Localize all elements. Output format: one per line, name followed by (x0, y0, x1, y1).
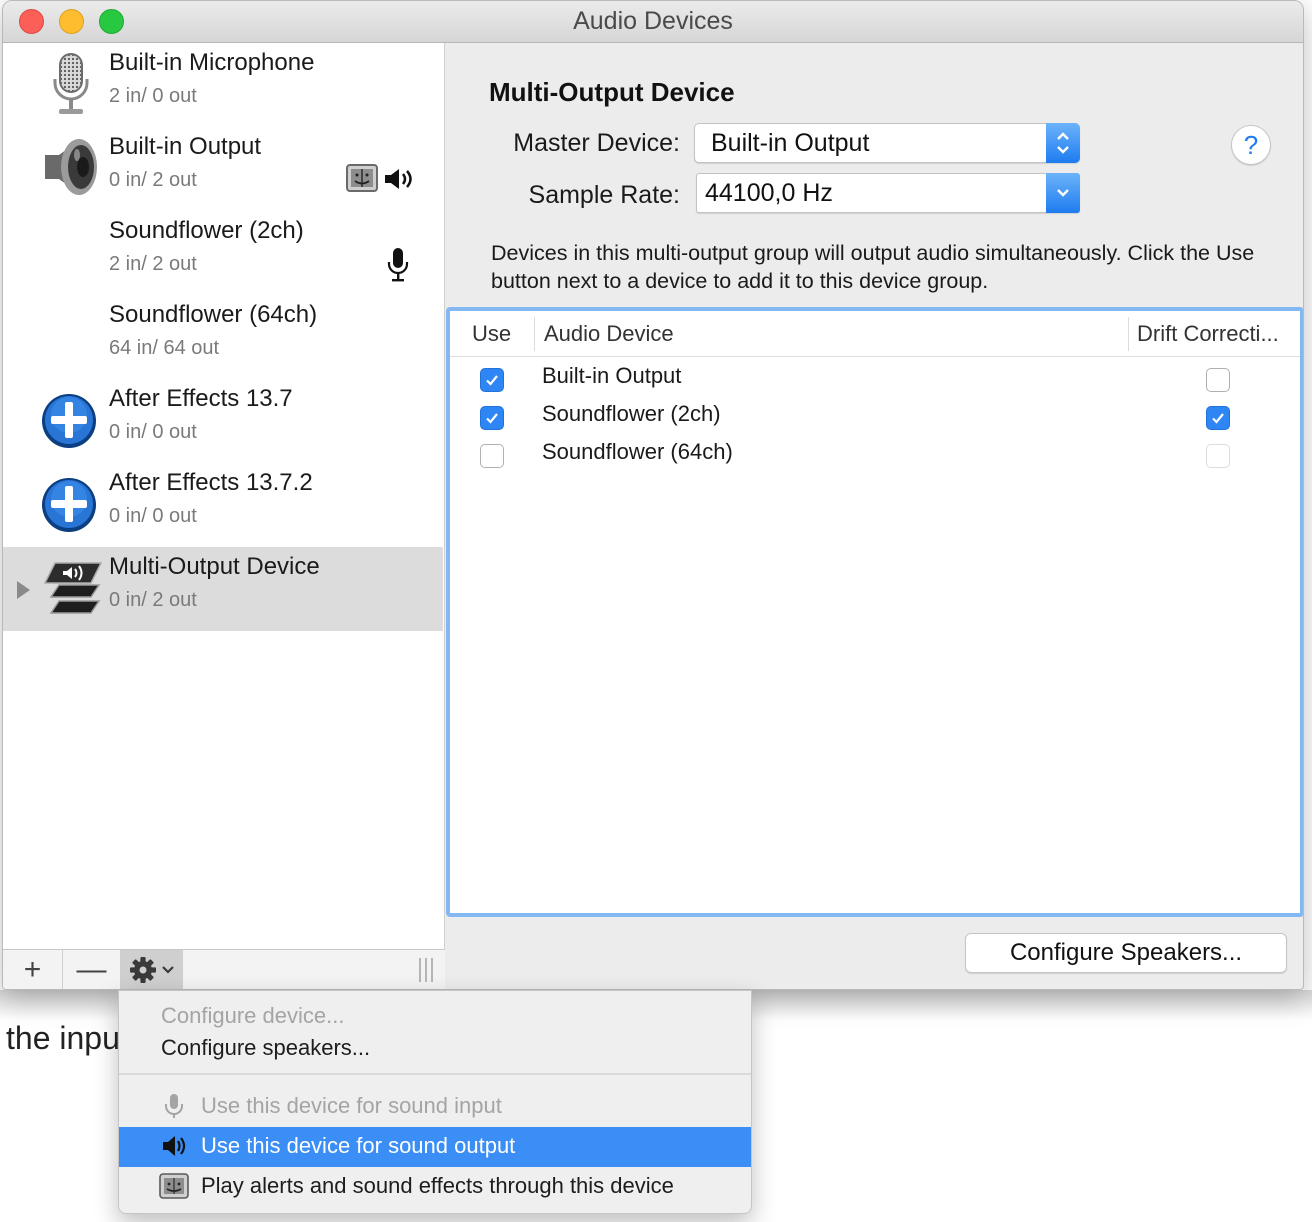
resize-handle[interactable] (419, 958, 433, 982)
device-row-after-effects-13-7-2[interactable]: After Effects 13.7.2 0 in/ 0 out (3, 463, 443, 547)
column-divider (534, 317, 535, 351)
device-name: Built-in Microphone (109, 49, 315, 76)
device-io: 2 in/ 2 out (109, 253, 197, 275)
device-row-multi-output-device[interactable]: Multi-Output Device 0 in/ 2 out (3, 547, 443, 631)
device-row-soundflower-2ch[interactable]: Soundflower (2ch) 2 in/ 2 out (3, 211, 443, 295)
device-io: 64 in/ 64 out (109, 337, 220, 359)
menu-separator (119, 1073, 751, 1075)
window-title: Audio Devices (573, 7, 733, 35)
use-checkbox[interactable] (480, 368, 504, 392)
column-header-drift-correction[interactable]: Drift Correcti... (1137, 321, 1279, 347)
device-name: After Effects 13.7 (109, 385, 293, 412)
menu-item-use-for-sound-output[interactable]: Use this device for sound output (119, 1127, 751, 1167)
audio-device-name: Soundflower (64ch) (542, 439, 733, 464)
menu-item-label: Use this device for sound output (201, 1133, 516, 1158)
menu-item-label: Configure device... (161, 1003, 345, 1028)
sample-rate-label: Sample Rate: (528, 181, 680, 209)
microphone-icon (165, 1094, 183, 1118)
configure-speakers-button[interactable]: Configure Speakers... (965, 933, 1287, 973)
speaker-icon (45, 139, 97, 195)
drift-correction-checkbox (1206, 444, 1230, 468)
device-row-soundflower-64ch[interactable]: Soundflower (64ch) 64 in/ 64 out (3, 295, 443, 379)
multi-output-icon (43, 562, 103, 614)
plus-circle-icon (42, 394, 96, 448)
gear-popup-menu: Configure device... Configure speakers..… (118, 990, 752, 1214)
table-row: Soundflower (2ch) (450, 397, 1300, 435)
device-group-table: Use Audio Device Drift Correcti... Built… (446, 307, 1303, 917)
device-io: 0 in/ 2 out (109, 169, 197, 191)
add-device-button[interactable]: + (3, 950, 63, 989)
panel-title: Multi-Output Device (489, 77, 735, 107)
updown-chevron-icon (1046, 123, 1080, 163)
device-detail-panel: Multi-Output Device Master Device: Built… (446, 43, 1303, 989)
chevron-down-icon (161, 966, 174, 974)
audio-device-name: Built-in Output (542, 363, 682, 388)
use-checkbox[interactable] (480, 444, 504, 468)
table-header: Use Audio Device Drift Correcti... (450, 311, 1300, 357)
device-row-after-effects-13-7[interactable]: After Effects 13.7 0 in/ 0 out (3, 379, 443, 463)
table-row: Soundflower (64ch) (450, 435, 1300, 473)
table-row: Built-in Output (450, 359, 1300, 397)
device-list: Built-in Microphone 2 in/ 0 out Built-in… (3, 43, 445, 949)
use-checkbox[interactable] (480, 406, 504, 430)
menu-item-play-alerts[interactable]: Play alerts and sound effects through th… (119, 1167, 751, 1205)
drift-correction-checkbox[interactable] (1206, 368, 1230, 392)
device-row-built-in-output[interactable]: Built-in Output 0 in/ 2 out (3, 127, 443, 211)
device-name: After Effects 13.7.2 (109, 469, 313, 496)
column-header-use[interactable]: Use (472, 321, 511, 347)
audio-device-name: Soundflower (2ch) (542, 401, 721, 426)
speaker-icon (163, 1136, 186, 1156)
group-description: Devices in this multi-output group will … (491, 241, 1255, 293)
audio-devices-window: Audio Devices Built-in Microphone 2 in/ … (2, 0, 1304, 990)
device-name: Soundflower (64ch) (109, 301, 318, 328)
sidebar-toolbar: + — (3, 949, 445, 989)
help-button[interactable]: ? (1231, 125, 1271, 165)
menu-item-label: Play alerts and sound effects through th… (201, 1173, 674, 1198)
sample-rate-value: 44100,0 Hz (705, 179, 833, 207)
title-bar[interactable]: Audio Devices (3, 1, 1303, 43)
device-name: Multi-Output Device (109, 553, 320, 580)
microphone-icon (53, 53, 89, 114)
background-document-text: the inpu (6, 1020, 120, 1056)
device-row-built-in-microphone[interactable]: Built-in Microphone 2 in/ 0 out (3, 43, 443, 127)
menu-item-configure-speakers[interactable]: Configure speakers... (119, 1029, 751, 1067)
master-device-value: Built-in Output (711, 129, 870, 157)
finder-alert-icon (346, 164, 378, 192)
menu-item-label: Configure speakers... (161, 1035, 371, 1060)
sound-input-icon (387, 248, 409, 282)
plus-circle-icon (42, 478, 96, 532)
finder-alert-icon (159, 1173, 189, 1199)
device-name: Built-in Output (109, 133, 262, 160)
gear-menu-button[interactable] (121, 950, 183, 989)
menu-item-label: Use this device for sound input (201, 1093, 502, 1118)
master-device-popup[interactable]: Built-in Output (694, 123, 1080, 163)
column-header-audio-device[interactable]: Audio Device (544, 321, 674, 347)
master-device-label: Master Device: (513, 129, 680, 157)
device-io: 0 in/ 0 out (109, 505, 197, 527)
sample-rate-combo[interactable]: 44100,0 Hz (696, 173, 1080, 213)
column-divider (1128, 317, 1129, 351)
remove-device-button[interactable]: — (63, 950, 121, 989)
chevron-down-icon[interactable] (1046, 173, 1080, 213)
menu-item-use-for-sound-input: Use this device for sound input (119, 1087, 751, 1125)
sound-output-icon (385, 169, 412, 189)
gear-icon (129, 957, 174, 983)
device-name: Soundflower (2ch) (109, 217, 304, 244)
drift-correction-checkbox[interactable] (1206, 406, 1230, 430)
device-io: 0 in/ 0 out (109, 421, 197, 443)
device-io: 2 in/ 0 out (109, 85, 197, 107)
disclosure-triangle-icon[interactable] (17, 581, 30, 599)
device-io: 0 in/ 2 out (109, 589, 197, 611)
